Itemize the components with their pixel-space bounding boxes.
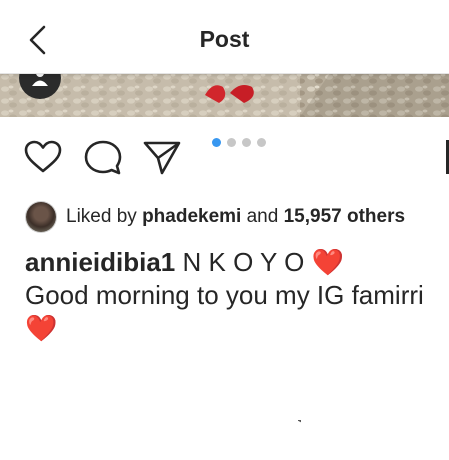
- paper-plane-icon[interactable]: [142, 140, 182, 181]
- likes-summary[interactable]: Liked by phadekemi and 15,957 others: [26, 201, 446, 233]
- post-image[interactable]: [0, 73, 449, 117]
- redaction-mark: [14, 420, 308, 450]
- liker-username[interactable]: phadekemi: [142, 206, 241, 227]
- redaction-mark: [10, 392, 449, 416]
- heart-emoji: ❤️: [25, 313, 58, 343]
- caption-username[interactable]: annieidibia1: [25, 247, 175, 277]
- likes-text: Liked by phadekemi and 15,957 others: [66, 206, 405, 228]
- carousel-indicator: [212, 138, 272, 148]
- carousel-dot: [227, 138, 236, 147]
- post-image-floor: [0, 73, 449, 117]
- redaction-mark: [6, 350, 442, 386]
- post-caption: annieidibia1 N K O Y O ❤️ Good morning t…: [25, 246, 445, 345]
- caption-line2: Good morning to you my IG famirri: [25, 280, 424, 310]
- avatar[interactable]: [26, 202, 56, 232]
- likes-joiner: and: [246, 206, 279, 227]
- action-bar: [0, 130, 449, 185]
- page-title: Post: [199, 26, 250, 52]
- caption-line1: N K O Y O: [182, 247, 305, 277]
- likes-count[interactable]: 15,957 others: [284, 206, 405, 227]
- carousel-dot: [257, 138, 266, 147]
- carousel-dot: [242, 138, 251, 147]
- comment-bubble-icon[interactable]: [84, 140, 122, 181]
- top-bar: Post: [0, 0, 449, 74]
- heart-emoji: ❤️: [311, 247, 344, 277]
- likes-prefix: Liked by: [66, 206, 137, 227]
- carousel-dot: [212, 138, 221, 147]
- heart-outline-icon[interactable]: [24, 140, 62, 179]
